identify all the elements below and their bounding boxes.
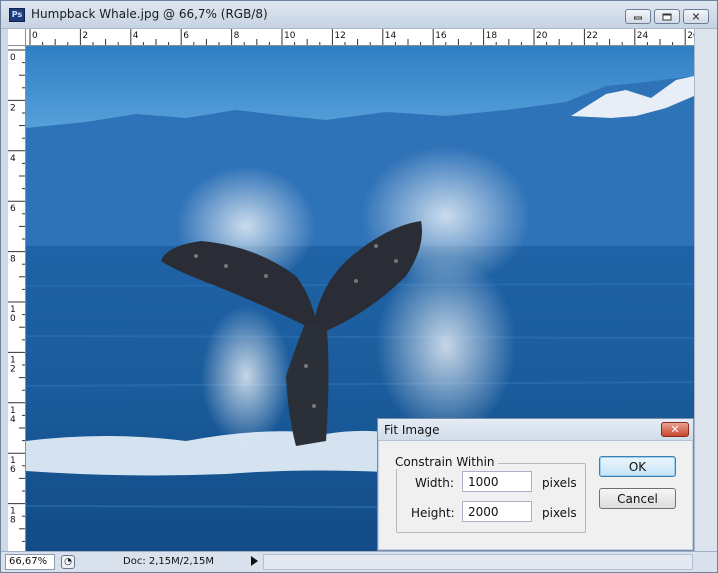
dialog-close-button[interactable]: ✕ (661, 422, 689, 437)
ruler-label: 0 (10, 314, 16, 324)
maximize-button[interactable] (654, 9, 680, 24)
ruler-label: 24 (637, 31, 649, 41)
ruler-label: 6 (10, 465, 16, 475)
width-label: Width: (415, 476, 454, 490)
horizontal-scrollbar[interactable] (263, 554, 693, 570)
constrain-within-label: Constrain Within (392, 455, 498, 469)
ruler-label: 22 (586, 31, 597, 41)
ruler-label: 6 (183, 31, 189, 41)
title-bar[interactable]: Ps Humpback Whale.jpg @ 66,7% (RGB/8) ✕ (1, 1, 717, 29)
status-bar: 66,67% ◔ Doc: 2,15M/2,15M (1, 551, 717, 572)
fit-image-dialog: Fit Image ✕ Constrain Within Width: pixe… (377, 418, 694, 551)
ruler-label: 2 (82, 31, 88, 41)
ruler-label: 20 (536, 31, 548, 41)
photoshop-icon: Ps (9, 8, 25, 22)
ruler-label: 8 (234, 31, 240, 41)
close-icon: ✕ (691, 10, 701, 23)
height-label: Height: (411, 506, 455, 520)
ruler-label: 8 (10, 255, 16, 265)
dialog-title-bar[interactable]: Fit Image ✕ (378, 419, 693, 441)
width-input[interactable] (462, 471, 532, 492)
ruler-label: 16 (435, 31, 447, 41)
ruler-label: 14 (385, 31, 397, 41)
ok-button[interactable]: OK (599, 456, 676, 477)
ruler-label: 26 (687, 31, 694, 41)
document-window: Ps Humpback Whale.jpg @ 66,7% (RGB/8) ✕ … (0, 0, 718, 573)
zoom-level-field[interactable]: 66,67% (5, 554, 55, 570)
ruler-label: 4 (133, 31, 139, 41)
cancel-button[interactable]: Cancel (599, 488, 676, 509)
window-title: Humpback Whale.jpg @ 66,7% (RGB/8) (31, 7, 268, 21)
vertical-ruler[interactable]: 024681012141618 (8, 46, 26, 551)
arrow-right-icon[interactable] (251, 556, 258, 566)
status-info-icon[interactable]: ◔ (61, 555, 75, 569)
height-unit: pixels (542, 506, 577, 520)
ruler-label: 8 (10, 516, 16, 526)
document-size-info: Doc: 2,15M/2,15M (123, 556, 215, 567)
ruler-label: 2 (10, 103, 16, 113)
maximize-icon (662, 13, 672, 20)
ruler-label: 0 (32, 31, 38, 41)
close-button[interactable]: ✕ (683, 9, 709, 24)
ruler-label: 0 (10, 53, 16, 63)
ruler-label: 12 (334, 31, 345, 41)
vertical-scrollbar[interactable] (694, 29, 717, 551)
height-input[interactable] (462, 501, 532, 522)
ruler-label: 6 (10, 204, 16, 214)
minimize-button[interactable] (625, 9, 651, 24)
dialog-title: Fit Image (384, 423, 440, 437)
horizontal-ruler[interactable]: 02468101214161820222426 (26, 29, 694, 46)
minimize-icon (634, 16, 642, 20)
ruler-label: 10 (284, 31, 296, 41)
width-unit: pixels (542, 476, 577, 490)
ruler-origin[interactable] (8, 29, 26, 46)
ruler-label: 18 (486, 31, 498, 41)
ruler-label: 4 (10, 415, 16, 425)
close-icon: ✕ (670, 423, 680, 436)
ruler-label: 2 (10, 364, 16, 374)
ruler-label: 4 (10, 154, 16, 164)
